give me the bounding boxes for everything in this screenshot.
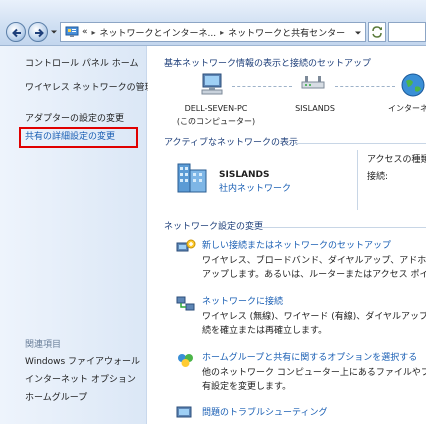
- back-button[interactable]: [6, 22, 26, 42]
- connect-to-network-link[interactable]: ネットワークに接続: [202, 296, 283, 308]
- connect-network-icon: [176, 296, 195, 311]
- network-icon: [301, 76, 325, 89]
- divider: [294, 143, 426, 144]
- connection-label: 接続:: [367, 172, 389, 182]
- homegroup-sharing-desc: 有設定を変更します。: [202, 382, 292, 392]
- network-map-heading: 基本ネットワーク情報の表示と接続のセットアップ: [164, 59, 372, 69]
- highlight-box: [19, 127, 138, 148]
- homegroup-icon: [178, 354, 193, 367]
- connect-to-network-desc: ワイヤレス (無線)、ワイヤード (有線)、ダイヤルアップ、: [202, 312, 426, 322]
- address-dropdown-icon[interactable]: [354, 29, 362, 37]
- globe-icon: [401, 73, 425, 97]
- work-network-icon: [177, 163, 207, 193]
- back-arrow-icon: [12, 28, 21, 38]
- internet-node-label[interactable]: インターネ: [388, 103, 426, 115]
- crumb-network-sharing-center[interactable]: ネットワークと共有センター: [228, 26, 345, 39]
- setup-connection-desc: アップします。あるいは、ルーターまたはアクセス ポイン: [202, 270, 426, 280]
- internet-options-link[interactable]: インターネット オプション: [25, 374, 136, 386]
- refresh-icon: [372, 26, 382, 38]
- network-node-name[interactable]: SISLANDS: [283, 103, 347, 115]
- crumb-network-internet[interactable]: ネットワークとインターネ...: [100, 26, 217, 39]
- divider: [357, 150, 358, 210]
- homegroup-link[interactable]: ホームグループ: [25, 392, 87, 404]
- connection-line: [335, 86, 395, 87]
- homegroup-sharing-desc: 他のネットワーク コンピューター上にあるファイルやプリ: [202, 368, 426, 378]
- search-input[interactable]: [388, 22, 426, 42]
- divider: [250, 227, 426, 228]
- address-box[interactable]: « ▸ ネットワークとインターネ... ▸ ネットワークと共有センター: [60, 22, 366, 42]
- change-adapter-settings-link[interactable]: アダプターの設定の変更: [25, 113, 124, 125]
- forward-arrow-icon: [35, 28, 44, 38]
- history-dropdown-icon[interactable]: [50, 28, 58, 36]
- see-also-heading: 関連項目: [25, 340, 62, 350]
- active-networks-heading: アクティブなネットワークの表示: [164, 138, 299, 148]
- refresh-button[interactable]: [368, 22, 386, 42]
- network-settings-heading: ネットワーク設定の変更: [164, 222, 264, 232]
- forward-button[interactable]: [28, 22, 48, 42]
- control-panel-home-link[interactable]: コントロール パネル ホーム: [25, 58, 138, 70]
- computer-sublabel: (このコンピューター): [176, 117, 256, 126]
- manage-wireless-networks-link[interactable]: ワイヤレス ネットワークの管理: [25, 82, 154, 94]
- computer-name: DELL-SEVEN-PC: [184, 104, 248, 113]
- homegroup-sharing-link[interactable]: ホームグループと共有に関するオプションを選択する: [202, 352, 417, 364]
- connection-line: [232, 86, 292, 87]
- windows-firewall-link[interactable]: Windows ファイアウォール: [25, 356, 140, 368]
- address-bar-area: « ▸ ネットワークとインターネ... ▸ ネットワークと共有センター: [0, 0, 426, 46]
- active-network-name: SISLANDS: [219, 170, 270, 180]
- access-type-label: アクセスの種類: [367, 155, 426, 165]
- setup-connection-link[interactable]: 新しい接続またはネットワークのセットアップ: [202, 240, 391, 252]
- new-connection-icon: [176, 239, 196, 252]
- crumb-separator-icon: ▸: [220, 27, 225, 37]
- control-panel-icon: [65, 26, 79, 37]
- address-prefix[interactable]: «: [82, 27, 88, 37]
- setup-connection-desc: ワイヤレス、ブロードバンド、ダイヤルアップ、アドホック: [202, 256, 426, 266]
- troubleshoot-icon: [176, 406, 192, 418]
- network-type-link[interactable]: 社内ネットワーク: [219, 183, 291, 195]
- troubleshoot-link[interactable]: 問題のトラブルシューティング: [202, 407, 327, 419]
- connect-to-network-desc: 続を確立または再確立します。: [202, 326, 328, 336]
- crumb-separator-icon: ▸: [91, 27, 96, 37]
- computer-icon: [201, 73, 223, 95]
